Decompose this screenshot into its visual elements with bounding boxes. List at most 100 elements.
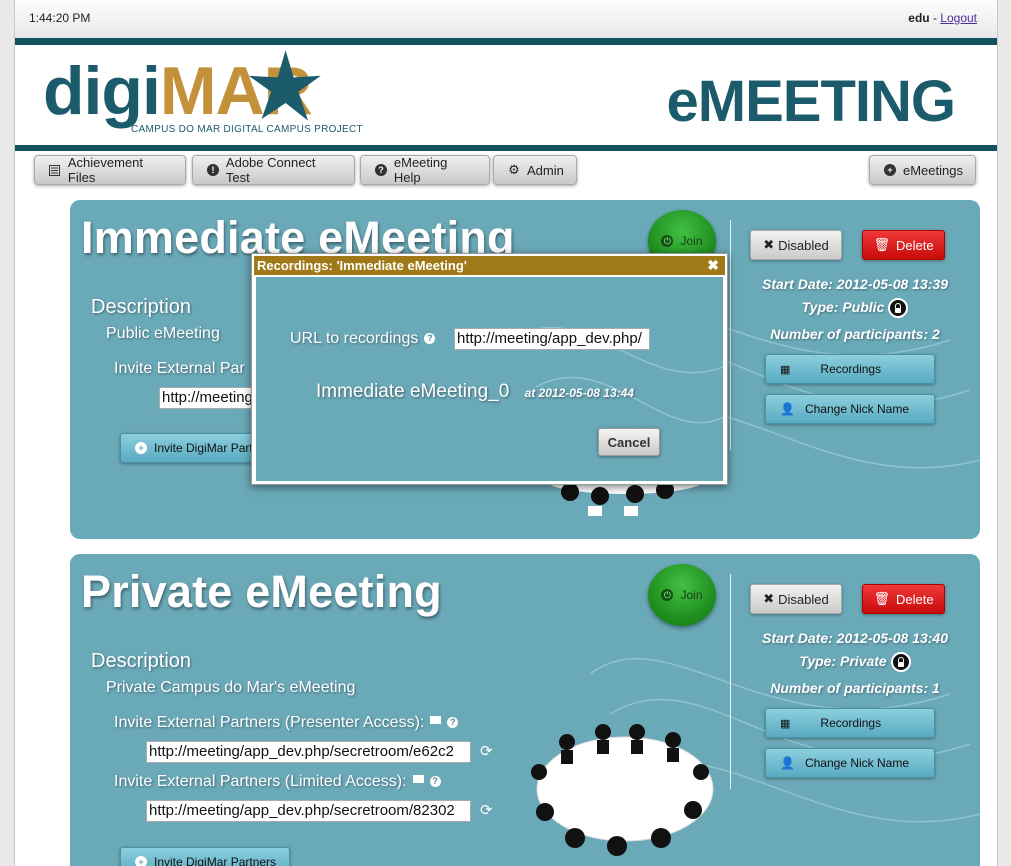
nav-admin-button[interactable]: ⚙ Admin [493,155,577,185]
invite-button-label: Invite DigiMar Part [154,441,253,455]
nav-achievement-files-button[interactable]: Achievement Files [34,155,186,185]
invite-limited-label: Invite External Partners (Limited Access… [114,773,441,791]
delete-button[interactable]: 🗑 Delete [862,230,945,260]
nav-label: Adobe Connect Test [225,155,316,185]
envelope-icon[interactable] [430,716,442,724]
unlock-icon [888,298,909,318]
recordings-button[interactable]: ▦ Recordings [765,708,935,738]
change-nick-name-button[interactable]: 👤 Change Nick Name [765,748,935,778]
invite-external-label: Invite External Par [114,360,245,377]
presenter-url-field[interactable]: http://meeting/app_dev.php/secretroom/e6… [146,741,471,763]
close-icon: ✖ [763,591,775,606]
recordings-url-label: URL to recordings? [290,330,436,348]
description-text: Private Campus do Mar's eMeeting [106,679,356,696]
join-button[interactable]: ⏻ Join [648,564,716,626]
disabled-button[interactable]: ✖ Disabled [750,584,842,614]
start-date: Start Date: 2012-05-08 13:40 [762,630,948,646]
top-bar: 1:44:20 PM edu - Logout [15,0,997,39]
recordings-url-field[interactable]: http://meeting/app_dev.php/ [454,328,650,350]
participants-count: Number of participants: 2 [770,326,940,342]
user-separator: - [929,11,941,25]
list-icon [49,164,61,176]
help-icon[interactable]: ? [429,776,441,787]
delete-button[interactable]: 🗑 Delete [862,584,945,614]
nav-label: eMeeting Help [393,155,448,185]
logout-link[interactable]: Logout [940,11,977,25]
recordings-label: Recordings [820,362,882,376]
plus-icon: + [135,442,147,454]
nav-bar: Achievement Files ! Adobe Connect Test ?… [15,151,997,191]
recording-time: at 2012-05-08 13:44 [524,386,634,400]
user-box: edu - Logout [908,11,977,25]
user-icon: 👤 [780,402,795,416]
refresh-icon[interactable]: ⟳ [480,801,493,819]
type-text: Type: Public [801,299,885,315]
gear-icon: ⚙ [508,162,520,177]
invite-limited-text: Invite External Partners (Limited Access… [114,773,407,790]
description-heading: Description [91,650,192,672]
nav-emeetings-button[interactable]: + eMeetings [869,155,976,185]
starfish-icon [248,50,321,121]
join-label: Join [680,234,703,248]
cancel-button[interactable]: Cancel [598,428,660,456]
change-nick-label: Change Nick Name [804,402,909,416]
participants-count: Number of participants: 1 [770,680,940,696]
banner: digiMAR CAMPUS DO MAR DIGITAL CAMPUS PRO… [15,45,997,145]
delete-label: Delete [895,591,934,607]
logo-digi-text: digi [43,53,161,129]
question-icon: ? [375,164,387,176]
nav-label: Admin [527,162,564,178]
power-icon: ⏻ [661,235,674,247]
help-icon[interactable]: ? [447,717,459,728]
close-icon[interactable]: ✖ [707,257,719,274]
start-date: Start Date: 2012-05-08 13:39 [762,276,948,292]
change-nick-name-button[interactable]: 👤 Change Nick Name [765,394,935,424]
banner-top-band [15,38,997,45]
type-text: Type: Private [799,653,887,669]
join-label: Join [680,588,703,602]
recordings-url-label-text: URL to recordings [290,330,419,347]
close-icon: ✖ [763,237,775,252]
nav-label: eMeetings [903,162,963,178]
recordings-button[interactable]: ▦ Recordings [765,354,935,384]
help-icon[interactable]: ? [424,333,436,344]
invite-digimar-partners-button[interactable]: + Invite DigiMar Partners [120,847,290,866]
meeting-table-illustration [531,724,714,856]
clock: 1:44:20 PM [29,11,91,25]
modal-body: URL to recordings? http://meeting/app_de… [256,277,723,481]
invite-button-label: Invite DigiMar Partners [154,855,277,866]
user-icon: 👤 [780,756,795,770]
delete-label: Delete [895,237,934,253]
film-icon: ▦ [780,363,791,376]
meeting-type: Type: Public [730,298,980,318]
trash-icon: 🗑 [873,237,890,252]
plus-icon: + [884,164,896,176]
nav-label: Achievement Files [67,155,144,185]
nav-adobe-connect-test-button[interactable]: ! Adobe Connect Test [192,155,355,185]
logo-subtitle: CAMPUS DO MAR DIGITAL CAMPUS PROJECT [131,124,363,135]
invite-presenter-text: Invite External Partners (Presenter Acce… [114,714,425,731]
disabled-label: Disabled [778,237,829,253]
disabled-label: Disabled [778,591,829,607]
username: edu [908,11,930,25]
limited-url-field[interactable]: http://meeting/app_dev.php/secretroom/82… [146,800,471,822]
trash-icon: 🗑 [873,591,890,606]
recording-item[interactable]: Immediate eMeeting_0 at 2012-05-08 13:44 [316,381,634,403]
modal-header: Recordings: 'Immediate eMeeting' ✖ [254,256,725,275]
meeting-type: Type: Private [730,652,980,672]
exclamation-icon: ! [207,164,219,176]
envelope-icon[interactable] [412,775,424,783]
change-nick-label: Change Nick Name [804,756,909,770]
power-icon: ⏻ [661,589,674,601]
meeting-title: Private eMeeting [81,566,442,617]
plus-icon: + [135,856,147,866]
modal-title: Recordings: 'Immediate eMeeting' [257,258,467,273]
recordings-modal: Recordings: 'Immediate eMeeting' ✖ URL t… [251,253,728,485]
recordings-label: Recordings [820,716,882,730]
film-icon: ▦ [780,717,791,730]
refresh-icon[interactable]: ⟳ [480,742,493,760]
invite-presenter-label: Invite External Partners (Presenter Acce… [114,714,459,732]
disabled-button[interactable]: ✖ Disabled [750,230,842,260]
app-title: eMEETING [666,69,956,134]
nav-emeeting-help-button[interactable]: ? eMeeting Help [360,155,490,185]
